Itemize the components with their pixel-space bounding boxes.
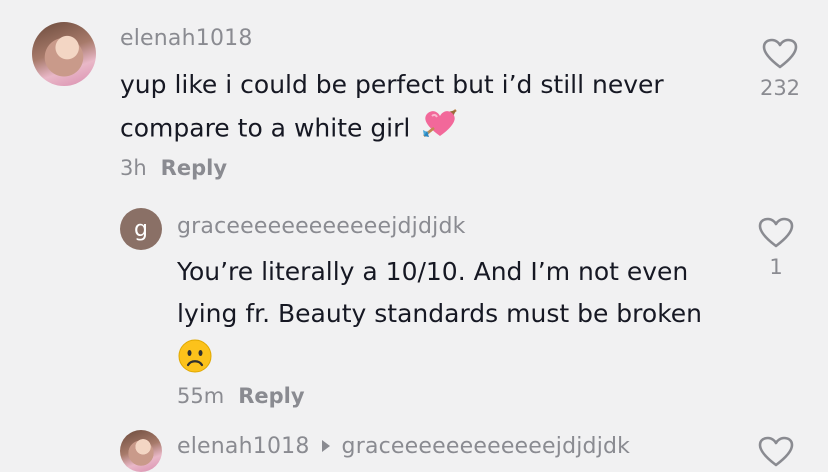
reply-button[interactable]: Reply: [161, 156, 227, 180]
avatar[interactable]: [32, 22, 96, 86]
comment-text: yup like i could be perfect but i’d stil…: [120, 64, 740, 153]
like-button[interactable]: 1: [746, 217, 806, 279]
comment-meta: 55m Reply: [177, 384, 305, 408]
heart-outline-icon: [762, 38, 798, 69]
frowning-face-icon: [177, 335, 737, 377]
reply-to-username[interactable]: graceeeeeeeeeeeejdjdjdk: [342, 434, 631, 459]
heart-with-arrow-icon: [420, 106, 460, 153]
comment-username[interactable]: elenah1018: [177, 434, 310, 459]
comment-text-line: compare to a white girl: [120, 113, 411, 143]
comment-text: You’re literally a 10/10. And I’m not ev…: [177, 251, 737, 377]
avatar[interactable]: g: [120, 208, 162, 250]
reply-button[interactable]: Reply: [238, 384, 304, 408]
reply-header: elenah1018 graceeeeeeeeeeeejdjdjdk: [177, 434, 630, 459]
comment-text-line: yup like i could be perfect but i’d stil…: [120, 70, 664, 99]
reply-arrow-icon: [321, 440, 330, 452]
like-count: 232: [759, 76, 801, 100]
like-count: 1: [769, 255, 783, 279]
avatar[interactable]: [120, 430, 162, 472]
comment-username[interactable]: graceeeeeeeeeeeejdjdjdk: [177, 214, 466, 239]
heart-outline-icon: [758, 436, 794, 467]
heart-outline-icon: [758, 217, 794, 248]
comment-time: 55m: [177, 384, 225, 408]
comment-text-line-with-emoji: compare to a white girl: [120, 106, 740, 153]
comment-text-line: You’re literally a 10/10. And I’m not ev…: [177, 257, 689, 286]
comment-text-line: lying fr. Beauty standards must be broke…: [177, 299, 702, 328]
like-button[interactable]: 232: [750, 38, 810, 100]
comment-meta: 3h Reply: [120, 156, 227, 180]
comment-username[interactable]: elenah1018: [120, 26, 253, 51]
comment-time: 3h: [120, 156, 147, 180]
like-button[interactable]: [746, 436, 806, 468]
